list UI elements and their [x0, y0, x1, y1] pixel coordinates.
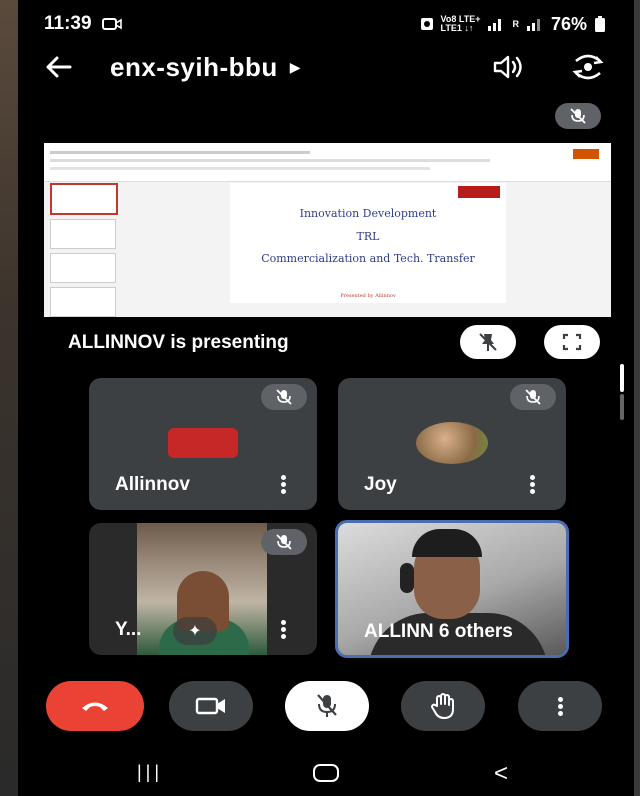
presenter-label: ALLINNOV is presenting [68, 332, 289, 353]
sim-label: R [512, 18, 519, 29]
status-bar: 11:39 Vo8 LTE+ LTE1 ↓↑ R 76% [44, 10, 606, 38]
camera-toggle-button[interactable] [169, 681, 253, 731]
more-options-button[interactable] [518, 681, 602, 731]
mic-off-icon [510, 384, 556, 410]
slide-line-3: Commercialization and Tech. Transfer [261, 252, 475, 265]
scrollbar-track[interactable] [620, 394, 624, 420]
home-icon[interactable] [313, 764, 339, 782]
meeting-info-caret-icon[interactable]: ▶ [290, 59, 301, 76]
unpin-icon [479, 333, 497, 351]
android-nav-bar: ||| < [0, 760, 640, 787]
slide-logo [458, 186, 500, 198]
slide-thumbnails [50, 183, 122, 317]
video-camera-icon [195, 697, 225, 715]
battery-icon [595, 16, 605, 32]
slide-footer: Presented by Allinnov [340, 293, 396, 299]
camera-notification-icon [101, 18, 122, 30]
hang-up-icon [82, 702, 108, 711]
avatar [168, 428, 238, 458]
slide-thumbnail [50, 253, 116, 283]
participant-name: Allinnov [115, 474, 190, 495]
avatar [416, 422, 488, 464]
unpin-button[interactable] [460, 325, 516, 359]
current-slide: Innovation Development TRL Commercializa… [230, 183, 506, 303]
background-edge-right [634, 0, 640, 796]
back-icon[interactable]: < [494, 760, 508, 788]
signal-icon [488, 19, 502, 31]
slide-thumbnail [50, 183, 118, 215]
meeting-top-bar: enx-syih-bbu ▶ [44, 46, 606, 88]
slide-thumbnail [50, 287, 116, 317]
shared-screen: Innovation Development TRL Commercializa… [44, 143, 611, 317]
mic-off-icon [317, 694, 337, 717]
background-edge-left [0, 0, 18, 796]
participant-tile-allinnov[interactable]: Allinnov [89, 378, 317, 510]
participant-name: Joy [364, 474, 397, 495]
gallery-notification-icon [420, 18, 433, 30]
network-label: Vo8 LTE+ LTE1 ↓↑ [440, 14, 481, 33]
meeting-code[interactable]: enx-syih-bbu [110, 52, 278, 83]
clock: 11:39 [44, 13, 92, 34]
ppt-ribbon [44, 143, 611, 182]
mic-off-icon [261, 529, 307, 555]
participant-tile-self[interactable]: Y... ✦ [89, 523, 317, 655]
presentation-tile[interactable]: Innovation Development TRL Commercializa… [44, 97, 611, 365]
participant-tile-others[interactable]: ALLINN 6 others [335, 520, 569, 658]
mic-toggle-button[interactable] [285, 681, 369, 731]
participant-name: ALLINN 6 others [364, 621, 513, 642]
more-options-icon[interactable] [281, 618, 287, 641]
participant-name: Y... [115, 619, 142, 640]
raise-hand-button[interactable] [401, 681, 485, 731]
hand-icon [431, 693, 454, 719]
recent-apps-icon[interactable]: ||| [137, 762, 163, 783]
back-arrow-icon[interactable] [44, 55, 72, 79]
slide-line-1: Innovation Development [299, 207, 437, 220]
mic-off-icon [261, 384, 307, 410]
fullscreen-button[interactable] [544, 325, 600, 359]
effects-sparkle-icon[interactable]: ✦ [173, 617, 217, 645]
slide-line-2: TRL [356, 230, 380, 243]
battery-percent: 76% [550, 13, 587, 34]
more-options-icon[interactable] [530, 473, 536, 496]
mic-off-icon [555, 103, 601, 129]
signal-icon-2 [526, 19, 540, 31]
scrollbar-thumb[interactable] [620, 364, 624, 392]
more-vert-icon [557, 695, 563, 718]
participant-tile-joy[interactable]: Joy [338, 378, 566, 510]
switch-camera-icon[interactable] [570, 53, 606, 81]
more-options-icon[interactable] [281, 473, 287, 496]
slide-thumbnail [50, 219, 116, 249]
fullscreen-icon [562, 333, 582, 351]
end-call-button[interactable] [46, 681, 144, 731]
speaker-icon[interactable] [492, 54, 526, 80]
